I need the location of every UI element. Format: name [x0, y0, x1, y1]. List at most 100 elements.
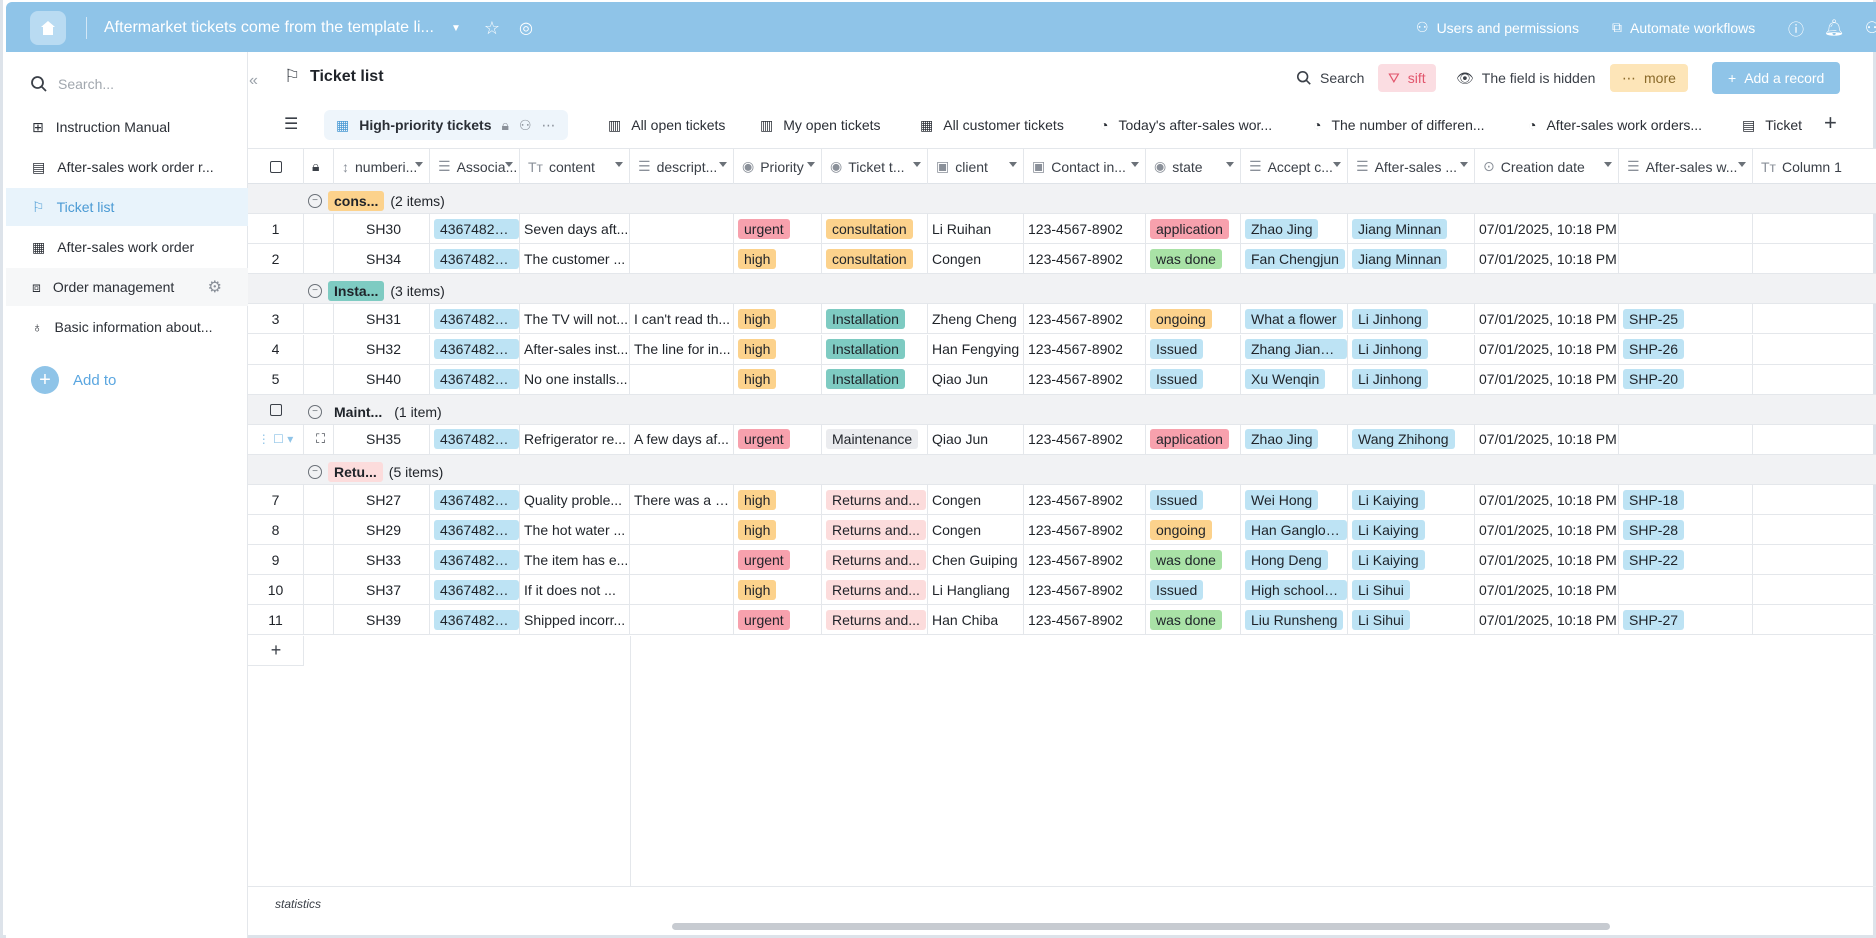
cell-client[interactable]: Zheng Cheng — [928, 304, 1024, 334]
cell-contact[interactable]: 123-4567-8902 — [1024, 364, 1146, 394]
cell-c1[interactable] — [1753, 425, 1876, 454]
cell-contact[interactable]: 123-4567-8902 — [1024, 424, 1146, 454]
group-checkbox[interactable] — [270, 403, 282, 416]
cell-desc[interactable] — [630, 364, 734, 394]
cell-desc[interactable]: The line for in... — [630, 334, 734, 364]
cell-priority[interactable]: urgent — [734, 214, 822, 244]
cell-wo[interactable]: SHP-26 — [1619, 334, 1753, 364]
cell-after[interactable]: Li Sihui — [1348, 605, 1475, 635]
cell-wo[interactable] — [1619, 575, 1753, 605]
cell-accept[interactable]: Zhao Jing — [1241, 214, 1348, 244]
settings-icon[interactable]: ◎ — [516, 18, 536, 38]
column-header-creation-date[interactable]: ⊙ Creation date — [1475, 149, 1619, 184]
base-title[interactable]: Aftermarket tickets come from the templa… — [104, 19, 434, 37]
cell-date[interactable]: 07/01/2025, 10:18 PM — [1475, 605, 1619, 635]
cell-type[interactable]: Maintenance — [822, 424, 928, 454]
cell-assoc[interactable]: 436748235221 — [430, 214, 520, 244]
cell-assoc[interactable]: 436748235297 — [430, 485, 520, 515]
tab-my-open[interactable]: ▥ My open tickets — [760, 110, 881, 140]
cell-desc[interactable] — [630, 515, 734, 545]
hidden-fields-button[interactable]: 👁︎ The field is hidden — [1456, 64, 1595, 92]
cell-n[interactable]: ⋮ ☐ ▾ — [248, 424, 304, 454]
cell-lock[interactable] — [304, 364, 334, 394]
cell-n[interactable]: 8 — [248, 515, 304, 545]
cell-client[interactable]: Chen Guiping — [928, 545, 1024, 575]
users-permissions-button[interactable]: ⚇ Users and permissions — [1416, 19, 1579, 36]
cell-num[interactable]: SH39 — [334, 605, 430, 635]
cell-desc[interactable] — [630, 545, 734, 575]
table-row[interactable]: 8 SH29436748235217 The hot water ... high Re… — [248, 515, 1876, 546]
cell-contact[interactable]: 123-4567-8902 — [1024, 214, 1146, 244]
cell-num[interactable]: SH37 — [334, 575, 430, 605]
cell-num[interactable]: SH32 — [334, 334, 430, 364]
cell-c1[interactable] — [1753, 304, 1876, 333]
cell-state[interactable]: Issued — [1146, 485, 1241, 515]
cell-content[interactable]: No one installs... — [520, 364, 630, 394]
add-view-icon[interactable]: + — [1824, 110, 1837, 136]
cell-priority[interactable]: high — [734, 485, 822, 515]
column-header-client[interactable]: ▣ client — [928, 149, 1024, 184]
tab-number-different[interactable]: ◔ The number of differen... — [1313, 110, 1485, 140]
cell-state[interactable]: application — [1146, 214, 1241, 244]
cell-n[interactable]: 2 — [248, 244, 304, 274]
cell-priority[interactable]: urgent — [734, 605, 822, 635]
cell-wo[interactable]: SHP-27 — [1619, 605, 1753, 635]
cell-priority[interactable]: high — [734, 575, 822, 605]
table-row[interactable]: 9 SH33436748235222 The item has e... urgent… — [248, 545, 1876, 576]
cell-n[interactable]: 7 — [248, 485, 304, 515]
cell-after[interactable]: Li Jinhong — [1348, 334, 1475, 364]
cell-c1[interactable] — [1753, 515, 1876, 544]
cell-accept[interactable]: Fan Chengjun — [1241, 244, 1348, 274]
collapse-group-icon[interactable]: − — [308, 464, 322, 479]
cell-date[interactable]: 07/01/2025, 10:18 PM — [1475, 424, 1619, 454]
sidebar-search[interactable]: Search... — [30, 72, 114, 96]
cell-lock[interactable] — [304, 545, 334, 575]
column-header-ticket-type[interactable]: ◉ Ticket t... — [822, 149, 928, 184]
cell-desc[interactable]: I can't read th... — [630, 304, 734, 334]
tab-ticket[interactable]: ▤ Ticket — [1742, 110, 1802, 140]
home-button[interactable] — [30, 11, 66, 45]
cell-accept[interactable]: Zhang Jianping — [1241, 334, 1348, 364]
cell-num[interactable]: SH33 — [334, 545, 430, 575]
cell-after[interactable]: Wang Zhihong — [1348, 424, 1475, 454]
cell-content[interactable]: The hot water ... — [520, 515, 630, 545]
column-header-associated[interactable]: ☰ Associa... — [430, 149, 520, 184]
cell-num[interactable]: SH34 — [334, 244, 430, 274]
cell-content[interactable]: The customer ... — [520, 244, 630, 274]
cell-date[interactable]: 07/01/2025, 10:18 PM — [1475, 515, 1619, 545]
cell-assoc[interactable]: 436748235212 — [430, 605, 520, 635]
cell-c1[interactable] — [1753, 605, 1876, 634]
cell-n[interactable]: 9 — [248, 545, 304, 575]
cell-after[interactable]: Li Jinhong — [1348, 304, 1475, 334]
group-header-row[interactable]: − Retu... (5 items) — [248, 454, 1876, 485]
cell-client[interactable]: Congen — [928, 244, 1024, 274]
sidebar-item-after-sales-report[interactable]: ▤ After-sales work order r... — [6, 148, 248, 186]
cell-c1[interactable] — [1753, 335, 1876, 364]
cell-content[interactable]: The TV will not... — [520, 304, 630, 334]
cell-assoc[interactable]: 436748235297 — [430, 244, 520, 274]
column-header-accept[interactable]: ☰ Accept c... — [1241, 149, 1348, 184]
group-header-row[interactable]: − cons... (2 items) — [248, 184, 1876, 215]
add-row-button[interactable]: + — [248, 635, 304, 666]
cell-accept[interactable]: Liu Runsheng — [1241, 605, 1348, 635]
cell-content[interactable]: After-sales inst... — [520, 334, 630, 364]
cell-content[interactable]: The item has e... — [520, 545, 630, 575]
cell-type[interactable]: Returns and... — [822, 575, 928, 605]
tab-all-open[interactable]: ▥ All open tickets — [608, 110, 725, 140]
cell-accept[interactable]: Xu Wenqin — [1241, 364, 1348, 394]
cell-n[interactable]: 1 — [248, 214, 304, 244]
table-row[interactable]: 1 SH30436748235221 Seven days aft... urgent… — [248, 214, 1876, 245]
sidebar-add-button[interactable]: + Add to — [31, 366, 116, 394]
sift-button[interactable]: ⛛ sift — [1378, 64, 1436, 92]
group-header-row[interactable]: − Insta... (3 items) — [248, 274, 1876, 305]
cell-content[interactable]: Quality proble... — [520, 485, 630, 515]
collapse-group-icon[interactable]: − — [308, 194, 322, 208]
cell-contact[interactable]: 123-4567-8902 — [1024, 545, 1146, 575]
cell-lock[interactable] — [304, 304, 334, 334]
cell-content[interactable]: If it does not ... — [520, 575, 630, 605]
cell-lock[interactable] — [304, 575, 334, 605]
cell-n[interactable]: 5 — [248, 364, 304, 394]
cell-state[interactable]: was done — [1146, 545, 1241, 575]
cell-num[interactable]: SH35 — [334, 424, 430, 454]
cell-date[interactable]: 07/01/2025, 10:18 PM — [1475, 545, 1619, 575]
